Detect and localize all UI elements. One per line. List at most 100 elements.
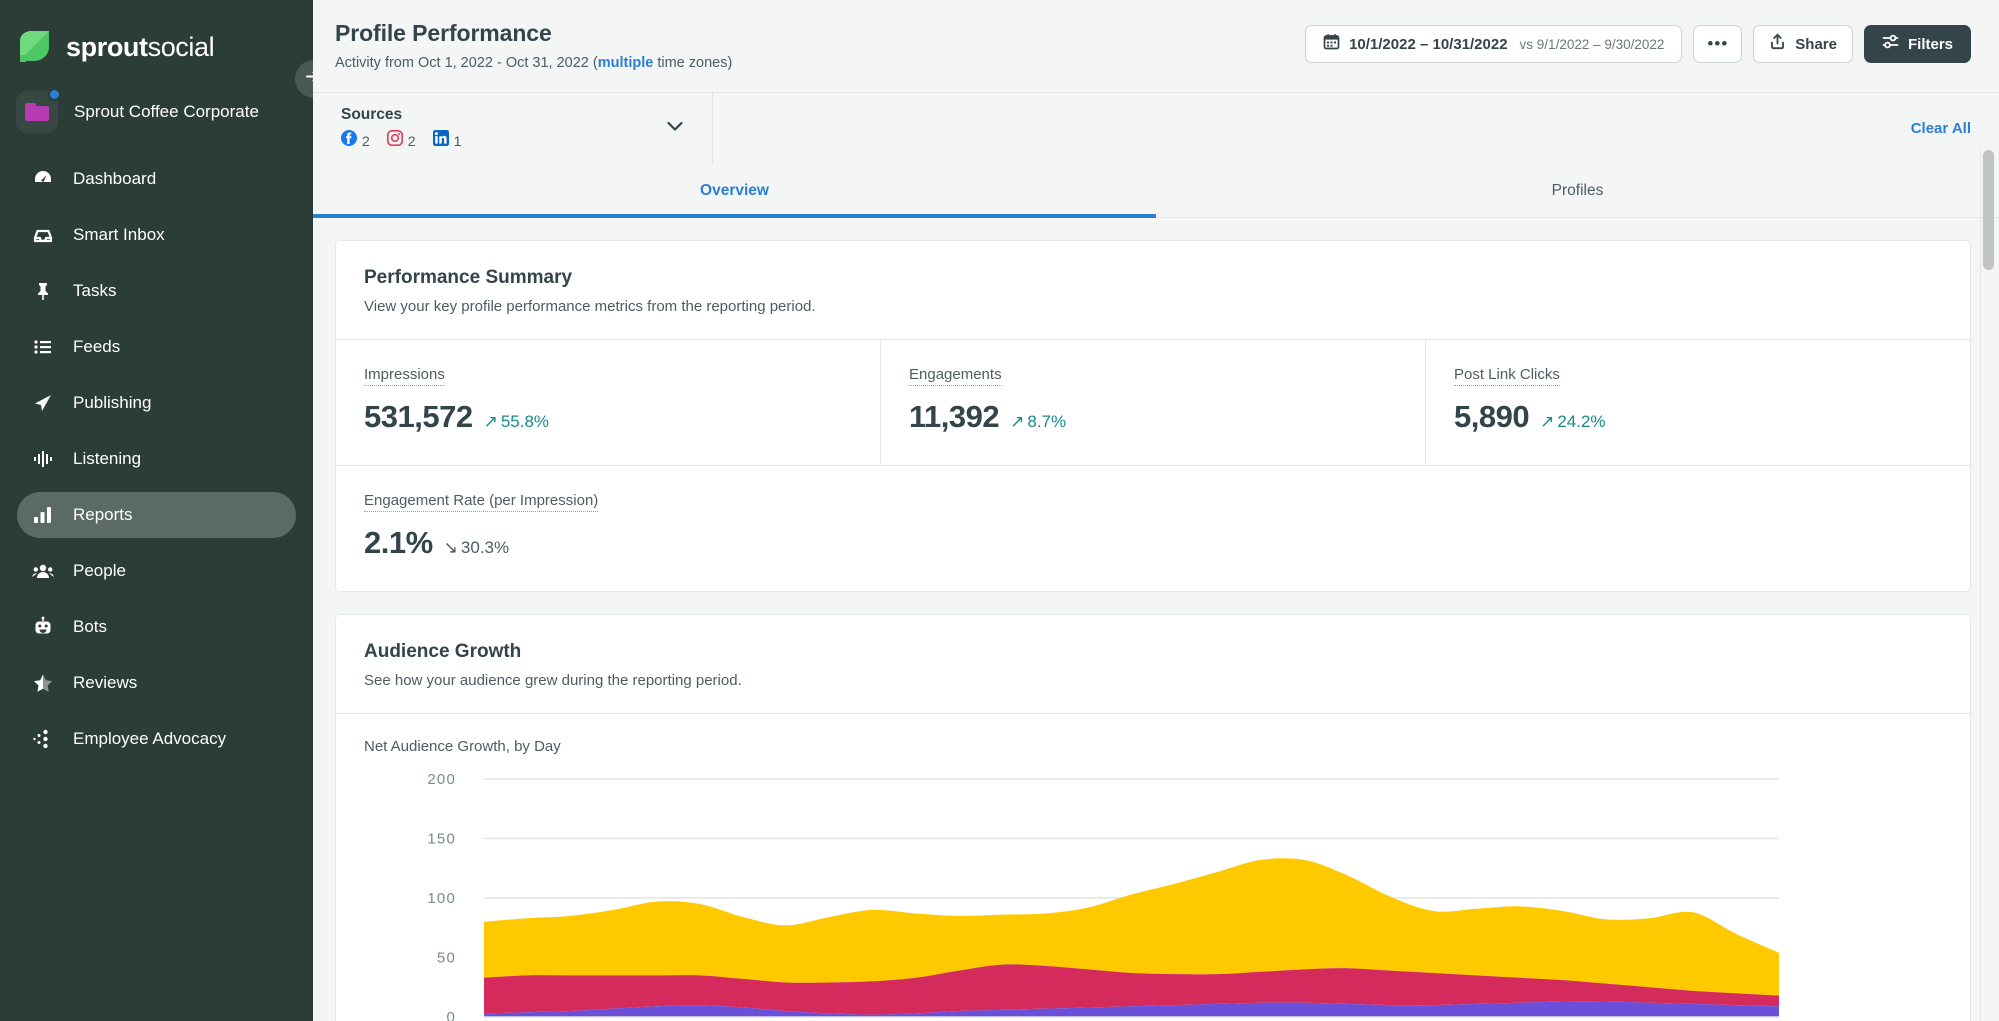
date-range-picker[interactable]: 10/1/2022 – 10/31/2022 vs 9/1/2022 – 9/3…	[1305, 25, 1682, 63]
more-options-button[interactable]: •••	[1693, 25, 1742, 63]
chart-ytick-label: 150	[427, 831, 456, 848]
sidebar: sproutsocial Sprout Coffee Corporate Das…	[0, 0, 313, 1021]
paper-plane-icon	[31, 391, 55, 415]
page-title: Profile Performance	[335, 20, 732, 47]
workspace-avatar	[16, 91, 58, 133]
chart-ytick-label: 200	[427, 771, 456, 788]
performance-summary-card: Performance Summary View your key profil…	[335, 240, 1971, 592]
sidebar-item-label: Tasks	[73, 281, 116, 301]
report-content: Performance Summary View your key profil…	[313, 218, 1999, 1021]
sidebar-item-people[interactable]: People	[17, 548, 296, 594]
metric-delta-value: 24.2%	[1557, 412, 1605, 432]
share-upload-icon	[1769, 33, 1786, 55]
source-count: 2	[408, 133, 416, 149]
chart-ytick-label: 50	[437, 950, 456, 967]
sidebar-item-smart-inbox[interactable]: Smart Inbox	[17, 212, 296, 258]
sidebar-item-label: Dashboard	[73, 169, 156, 189]
workspace-selector[interactable]: Sprout Coffee Corporate	[0, 74, 313, 134]
sidebar-item-label: Employee Advocacy	[73, 729, 226, 749]
sources-chips: 2 2	[341, 130, 461, 151]
metric-label[interactable]: Post Link Clicks	[1454, 366, 1560, 386]
timezone-link[interactable]: multiple	[598, 55, 654, 71]
source-chip-instagram: 2	[387, 130, 416, 151]
source-chip-linkedin: 1	[433, 130, 462, 151]
source-count: 2	[362, 133, 370, 149]
metric-label[interactable]: Impressions	[364, 366, 445, 386]
sidebar-item-reports[interactable]: Reports	[17, 492, 296, 538]
tab-overview[interactable]: Overview	[313, 164, 1156, 217]
tab-profiles[interactable]: Profiles	[1156, 164, 1999, 217]
sidebar-item-reviews[interactable]: Reviews	[17, 660, 296, 706]
metric-engagement-rate: Engagement Rate (per Impression) 2.1% ↘ …	[336, 466, 881, 591]
metric-delta: ↗ 8.7%	[1010, 412, 1066, 432]
people-icon	[31, 559, 55, 583]
main-content: Profile Performance Activity from Oct 1,…	[313, 0, 1999, 1021]
source-count: 1	[454, 133, 462, 149]
share-button[interactable]: Share	[1753, 25, 1853, 63]
filters-label: Filters	[1908, 36, 1953, 53]
sidebar-item-label: People	[73, 561, 126, 581]
chevron-down-icon[interactable]	[664, 115, 686, 142]
notification-dot	[48, 88, 61, 101]
scrollbar-thumb[interactable]	[1983, 150, 1994, 270]
sidebar-item-label: Reports	[73, 505, 133, 525]
workspace-name: Sprout Coffee Corporate	[74, 102, 259, 122]
list-icon	[31, 335, 55, 359]
chart-ytick-label: 100	[427, 890, 456, 907]
filters-button[interactable]: Filters	[1864, 25, 1971, 63]
share-label: Share	[1795, 36, 1837, 53]
leaf-icon	[16, 29, 53, 66]
metric-value: 11,392	[909, 399, 999, 435]
metric-delta-value: 8.7%	[1027, 412, 1066, 432]
bar-chart-icon	[31, 503, 55, 527]
sidebar-item-label: Smart Inbox	[73, 225, 165, 245]
page-subtitle: Activity from Oct 1, 2022 - Oct 31, 2022…	[335, 55, 732, 71]
filter-bar: Sources 2	[313, 92, 1999, 164]
brand-logo[interactable]: sproutsocial	[0, 0, 313, 74]
clear-all-button[interactable]: Clear All	[1911, 120, 1971, 137]
calendar-icon	[1323, 33, 1340, 55]
metric-delta: ↗ 24.2%	[1540, 412, 1605, 432]
sidebar-item-label: Reviews	[73, 673, 137, 693]
metric-delta-value: 55.8%	[501, 412, 549, 432]
metric-value: 5,890	[1454, 399, 1529, 435]
waveform-icon	[31, 447, 55, 471]
sources-info: Sources 2	[341, 106, 461, 151]
sidebar-item-tasks[interactable]: Tasks	[17, 268, 296, 314]
brand-name-light: social	[148, 32, 215, 62]
robot-icon	[31, 615, 55, 639]
metric-label[interactable]: Engagement Rate (per Impression)	[364, 492, 598, 512]
vertical-scrollbar[interactable]	[1983, 150, 1994, 1012]
sidebar-item-feeds[interactable]: Feeds	[17, 324, 296, 370]
metric-value-row: 11,392 ↗ 8.7%	[909, 399, 1397, 435]
sidebar-item-label: Bots	[73, 617, 107, 637]
dashboard-gauge-icon	[31, 167, 55, 191]
metrics-row-primary: Impressions 531,572 ↗ 55.8% Engagements	[336, 339, 1970, 465]
sidebar-item-publishing[interactable]: Publishing	[17, 380, 296, 426]
sidebar-item-bots[interactable]: Bots	[17, 604, 296, 650]
sidebar-item-label: Publishing	[73, 393, 151, 413]
linkedin-icon	[433, 130, 449, 151]
performance-summary-header: Performance Summary View your key profil…	[336, 241, 1970, 339]
net-audience-growth-chart[interactable]: 050100150200	[364, 769, 1942, 1021]
metric-value-row: 2.1% ↘ 30.3%	[364, 525, 853, 561]
sidebar-item-employee-advocacy[interactable]: Employee Advocacy	[17, 716, 296, 762]
tab-label: Profiles	[1552, 182, 1604, 200]
facebook-icon	[341, 130, 357, 151]
sources-title: Sources	[341, 106, 461, 124]
advocacy-icon	[31, 727, 55, 751]
metric-value-row: 531,572 ↗ 55.8%	[364, 399, 852, 435]
metric-label[interactable]: Engagements	[909, 366, 1002, 386]
card-title: Performance Summary	[364, 267, 1942, 289]
sidebar-item-dashboard[interactable]: Dashboard	[17, 156, 296, 202]
metric-impressions: Impressions 531,572 ↗ 55.8%	[336, 340, 881, 465]
card-description: See how your audience grew during the re…	[364, 672, 1942, 689]
report-tabs: Overview Profiles	[313, 164, 1999, 218]
date-compare-value: vs 9/1/2022 – 9/30/2022	[1520, 37, 1665, 52]
arrow-up-icon: ↗	[1010, 412, 1024, 432]
sidebar-item-listening[interactable]: Listening	[17, 436, 296, 482]
sources-filter[interactable]: Sources 2	[313, 93, 713, 165]
metric-value: 2.1%	[364, 525, 433, 561]
metric-value-row: 5,890 ↗ 24.2%	[1454, 399, 1942, 435]
brand-name-bold: sprout	[66, 32, 148, 62]
